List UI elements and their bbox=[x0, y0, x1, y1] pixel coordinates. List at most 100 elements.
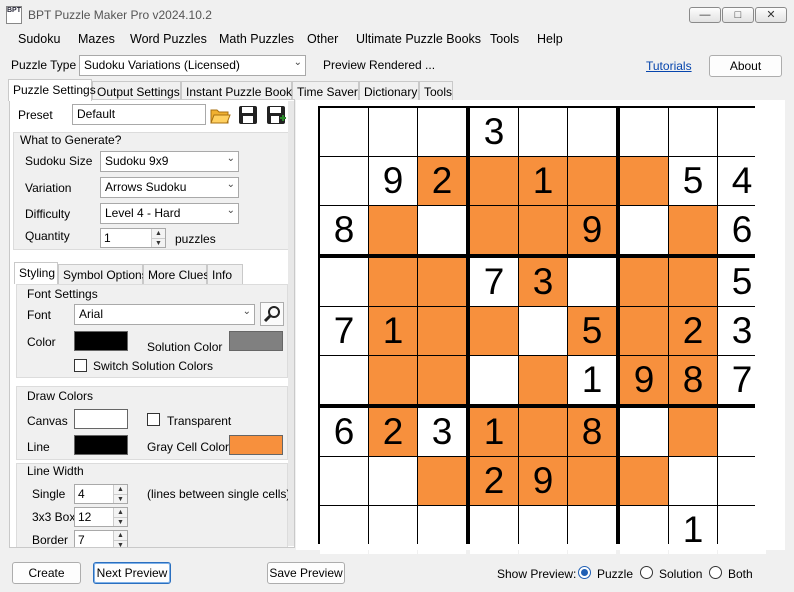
menu-mazes[interactable]: Mazes bbox=[78, 32, 115, 46]
sudoku-grid: 39215489673571523198762318291 bbox=[318, 106, 766, 554]
grid-cell bbox=[620, 457, 668, 505]
stepper-arrows[interactable]: ▲ ▼ bbox=[151, 229, 165, 247]
border-line-stepper[interactable]: 7 ▲ ▼ bbox=[74, 530, 128, 547]
grid-cell bbox=[519, 408, 567, 456]
quantity-unit: puzzles bbox=[175, 232, 216, 246]
font-select[interactable]: Arial ⌄ bbox=[74, 304, 255, 325]
save-preview-button[interactable]: Save Preview bbox=[267, 562, 345, 584]
grid-cell bbox=[418, 457, 466, 505]
line-color-label: Line bbox=[27, 440, 50, 454]
maximize-button[interactable]: □ bbox=[722, 7, 754, 23]
styling-tabs: Styling Symbol Options More Clues Info bbox=[14, 262, 244, 284]
chevron-down-icon[interactable]: ▼ bbox=[152, 238, 165, 247]
chevron-down-icon[interactable]: ▼ bbox=[114, 517, 127, 526]
tab-instant-puzzle-books[interactable]: Instant Puzzle Books bbox=[181, 81, 298, 101]
chevron-down-icon[interactable]: ▼ bbox=[114, 540, 127, 547]
grid-cell bbox=[620, 108, 668, 156]
tab-more-clues[interactable]: More Clues bbox=[143, 264, 209, 284]
chevron-up-icon[interactable]: ▲ bbox=[152, 229, 165, 238]
tab-tools[interactable]: Tools bbox=[419, 81, 453, 101]
next-preview-button[interactable]: Next Preview bbox=[93, 562, 171, 584]
grid-cell bbox=[568, 258, 616, 306]
line-width-group: Line Width Single 4 ▲ ▼ (lines between si… bbox=[16, 463, 290, 547]
font-color-swatch[interactable] bbox=[74, 331, 128, 351]
gray-cell-color-label: Gray Cell Color bbox=[147, 440, 230, 454]
minimize-button[interactable]: — bbox=[689, 7, 721, 23]
save-preset-button[interactable] bbox=[237, 104, 259, 126]
menu-math-puzzles[interactable]: Math Puzzles bbox=[219, 32, 294, 46]
preset-input[interactable]: Default bbox=[72, 104, 206, 125]
save-as-preset-button[interactable] bbox=[265, 104, 287, 126]
stepper-arrows[interactable]: ▲ ▼ bbox=[113, 485, 127, 503]
single-line-stepper[interactable]: 4 ▲ ▼ bbox=[74, 484, 128, 504]
difficulty-select[interactable]: Level 4 - Hard ⌄ bbox=[100, 203, 239, 224]
create-button[interactable]: Create bbox=[12, 562, 81, 584]
gray-cell-color-swatch[interactable] bbox=[229, 435, 283, 455]
canvas-color-swatch[interactable] bbox=[74, 409, 128, 429]
close-button[interactable]: ✕ bbox=[755, 7, 787, 23]
chevron-up-icon[interactable]: ▲ bbox=[114, 485, 127, 494]
tutorials-link[interactable]: Tutorials bbox=[646, 59, 692, 73]
grid-cell bbox=[519, 108, 567, 156]
menu-sudoku[interactable]: Sudoku bbox=[18, 32, 60, 46]
stepper-arrows[interactable]: ▲ ▼ bbox=[113, 508, 127, 526]
difficulty-label: Difficulty bbox=[25, 207, 71, 221]
chevron-up-icon[interactable]: ▲ bbox=[114, 531, 127, 540]
grid-cell bbox=[519, 206, 567, 254]
chevron-down-icon: ⌄ bbox=[293, 57, 302, 68]
open-folder-button[interactable] bbox=[209, 104, 231, 126]
transparent-checkbox[interactable] bbox=[147, 413, 160, 426]
quantity-value: 1 bbox=[104, 231, 111, 245]
menu-other[interactable]: Other bbox=[307, 32, 338, 46]
sudoku-size-select[interactable]: Sudoku 9x9 ⌄ bbox=[100, 151, 239, 172]
box-line-value: 12 bbox=[78, 510, 92, 524]
tab-output-settings[interactable]: Output Settings bbox=[92, 81, 181, 101]
line-color-swatch[interactable] bbox=[74, 435, 128, 455]
menu-word-puzzles[interactable]: Word Puzzles bbox=[130, 32, 207, 46]
puzzle-type-select[interactable]: Sudoku Variations (Licensed) ⌄ bbox=[79, 55, 306, 76]
radio-both[interactable] bbox=[709, 566, 722, 579]
grid-cell: 3 bbox=[519, 258, 567, 306]
close-icon: ✕ bbox=[766, 9, 776, 21]
tab-time-saver[interactable]: Time Saver bbox=[292, 81, 359, 101]
about-button[interactable]: About bbox=[709, 55, 782, 77]
radio-solution[interactable] bbox=[640, 566, 653, 579]
radio-solution-label: Solution bbox=[659, 567, 703, 581]
grid-cell: 9 bbox=[568, 206, 616, 254]
menu-tools[interactable]: Tools bbox=[490, 32, 519, 46]
grid-cell: 2 bbox=[669, 307, 717, 355]
grid-cell: 7 bbox=[718, 356, 766, 404]
settings-scrollbar[interactable] bbox=[288, 101, 294, 546]
tab-symbol-options[interactable]: Symbol Options bbox=[58, 264, 148, 284]
box-line-stepper[interactable]: 12 ▲ ▼ bbox=[74, 507, 128, 527]
tab-puzzle-settings[interactable]: Puzzle Settings bbox=[8, 79, 96, 101]
chevron-up-icon[interactable]: ▲ bbox=[114, 508, 127, 517]
menu-ultimate-puzzle-books[interactable]: Ultimate Puzzle Books bbox=[356, 32, 481, 46]
single-line-value: 4 bbox=[78, 487, 85, 501]
tab-styling[interactable]: Styling bbox=[14, 262, 58, 284]
preset-label: Preset bbox=[18, 108, 53, 122]
chevron-down-icon[interactable]: ▼ bbox=[114, 494, 127, 503]
switch-solution-colors-checkbox[interactable] bbox=[74, 359, 87, 372]
menu-bar: Sudoku Mazes Word Puzzles Math Puzzles O… bbox=[0, 30, 794, 50]
tab-info[interactable]: Info bbox=[207, 264, 243, 284]
box-line-label: 3x3 Box bbox=[32, 510, 76, 524]
window-title: BPT Puzzle Maker Pro v2024.10.2 bbox=[28, 8, 212, 22]
font-settings-title: Font Settings bbox=[27, 287, 98, 301]
sudoku-size-value: Sudoku 9x9 bbox=[105, 154, 169, 168]
sudoku-size-label: Sudoku Size bbox=[25, 154, 93, 168]
quantity-stepper[interactable]: 1 ▲ ▼ bbox=[100, 228, 166, 248]
solution-color-swatch[interactable] bbox=[229, 331, 283, 351]
draw-colors-group: Draw Colors Canvas Transparent Line Gray… bbox=[16, 386, 288, 460]
grid-cell bbox=[718, 108, 766, 156]
show-preview-label: Show Preview: bbox=[497, 567, 577, 581]
radio-puzzle[interactable] bbox=[578, 566, 591, 579]
tab-dictionary[interactable]: Dictionary bbox=[359, 81, 419, 101]
stepper-arrows[interactable]: ▲ ▼ bbox=[113, 531, 127, 547]
variation-value: Arrows Sudoku bbox=[105, 180, 187, 194]
variation-select[interactable]: Arrows Sudoku ⌄ bbox=[100, 177, 239, 198]
grid-cell bbox=[369, 206, 417, 254]
font-search-button[interactable] bbox=[260, 302, 284, 326]
menu-help[interactable]: Help bbox=[537, 32, 563, 46]
grid-cell bbox=[369, 356, 417, 404]
